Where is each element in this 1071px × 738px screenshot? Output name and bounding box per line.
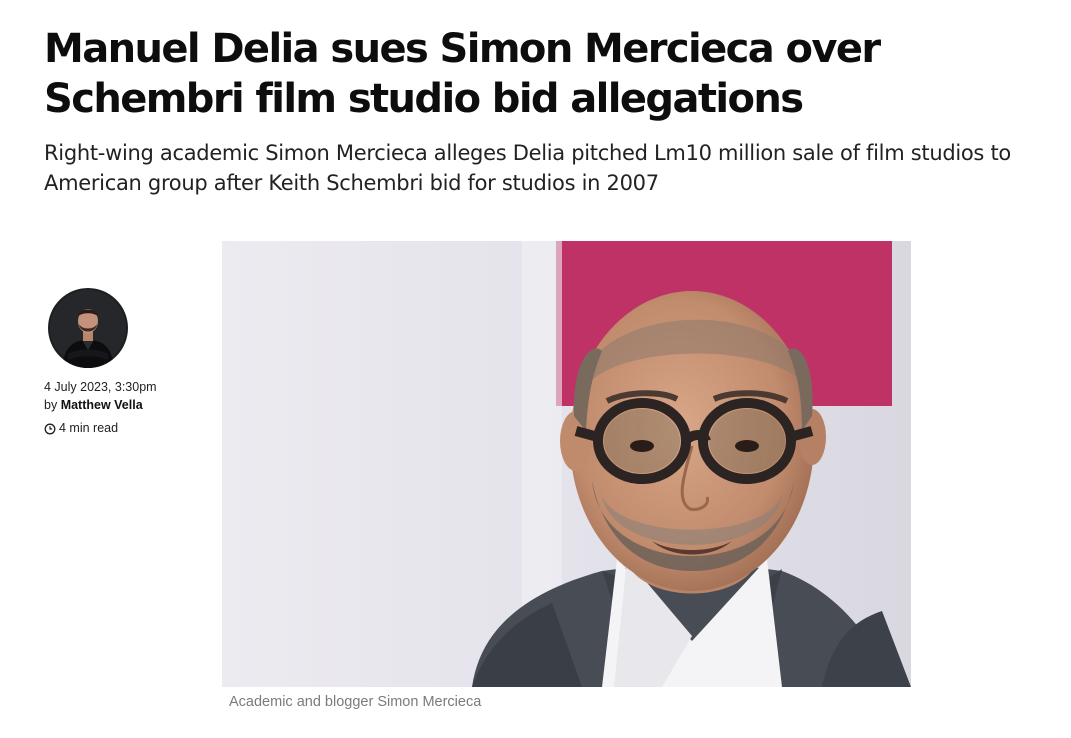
- author-line: by Matthew Vella: [44, 396, 204, 414]
- photo-caption: Academic and blogger Simon Mercieca: [229, 694, 482, 710]
- read-time-label: 4 min read: [59, 421, 119, 435]
- clock-icon: [44, 422, 56, 435]
- article-byline: 4 July 2023, 3:30pm by Matthew Vella 4 m…: [44, 288, 204, 437]
- author-prefix: by: [44, 398, 58, 412]
- publish-date: 4 July 2023, 3:30pm: [44, 380, 157, 394]
- author-avatar[interactable]: [48, 288, 128, 368]
- article-subheadline: Right-wing academic Simon Mercieca alleg…: [44, 141, 1011, 195]
- article-photo[interactable]: [222, 241, 911, 687]
- author-name[interactable]: Matthew Vella: [61, 398, 143, 412]
- read-time: 4 min read: [44, 419, 204, 437]
- article-headline: Manuel Delia sues Simon Mercieca over Sc…: [44, 26, 881, 122]
